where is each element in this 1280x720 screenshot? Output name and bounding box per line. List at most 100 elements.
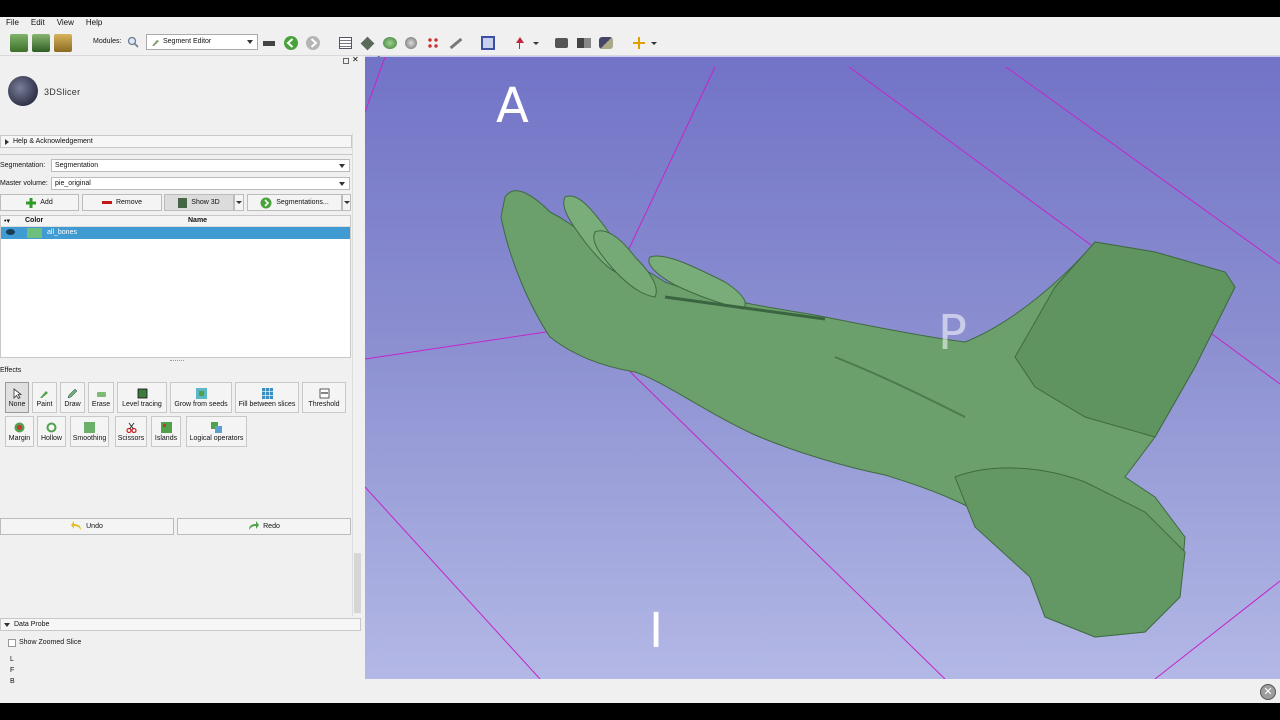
scrollbar-thumb[interactable] bbox=[354, 553, 361, 613]
effect-paint-button[interactable]: Paint bbox=[32, 382, 57, 413]
data-probe-label: Data Probe bbox=[14, 621, 50, 628]
data-probe-section[interactable]: Data Probe bbox=[0, 618, 361, 631]
save-icon bbox=[54, 34, 72, 52]
segmentations-menu-button[interactable] bbox=[342, 194, 351, 211]
effect-margin-button[interactable]: Margin bbox=[5, 416, 34, 447]
show-zoomed-slice-label: Show Zoomed Slice bbox=[19, 639, 82, 646]
effect-smoothing-button[interactable]: Smoothing bbox=[70, 416, 109, 447]
chevron-down-icon bbox=[247, 40, 253, 44]
data-icon bbox=[10, 34, 28, 52]
effect-hollow-button[interactable]: Hollow bbox=[37, 416, 66, 447]
chevron-right-icon bbox=[5, 139, 9, 145]
menu-file[interactable]: File bbox=[0, 17, 25, 29]
remove-segment-button[interactable]: Remove bbox=[82, 194, 162, 211]
undo-button[interactable]: Undo bbox=[0, 518, 174, 535]
remove-label: Remove bbox=[115, 199, 143, 206]
volume-render-button[interactable] bbox=[405, 33, 417, 53]
visibility-column-icon: •▾ bbox=[4, 218, 10, 225]
search-icon bbox=[127, 36, 139, 48]
mouse-mode-menu[interactable] bbox=[532, 33, 540, 53]
module-panel: ✕ 3DSlicer Help & Acknowledgement Segmen… bbox=[0, 56, 361, 703]
panel-scrollbar[interactable] bbox=[352, 133, 361, 616]
panel-undock-icon[interactable] bbox=[343, 58, 349, 64]
add-label: Add bbox=[40, 199, 53, 206]
menu-view[interactable]: View bbox=[51, 17, 80, 29]
extension-manager-button[interactable] bbox=[577, 33, 591, 53]
splitter-handle[interactable] bbox=[170, 360, 184, 362]
master-volume-selector[interactable]: pie_original bbox=[51, 177, 350, 190]
volume-icon bbox=[405, 37, 417, 49]
markups-button[interactable] bbox=[427, 33, 439, 53]
effect-scissors-button[interactable]: Scissors bbox=[115, 416, 147, 447]
effect-erase-label: Erase bbox=[91, 400, 111, 408]
bottom-black-border bbox=[0, 703, 1280, 720]
cube-view-button[interactable] bbox=[360, 33, 375, 53]
model-view-button[interactable] bbox=[383, 33, 397, 53]
layout-button[interactable] bbox=[339, 33, 352, 53]
effect-logical-operators-button[interactable]: Logical operators bbox=[186, 416, 247, 447]
crosshair-button[interactable] bbox=[632, 33, 646, 53]
3d-view[interactable]: A I P bbox=[365, 57, 1280, 679]
mouse-mode-button[interactable] bbox=[515, 33, 525, 53]
crosshair-menu[interactable] bbox=[650, 33, 658, 53]
segmentations-button[interactable]: Segmentations... bbox=[247, 194, 342, 211]
sphere-icon bbox=[383, 37, 397, 49]
eye-icon[interactable] bbox=[6, 229, 15, 235]
back-icon bbox=[284, 36, 298, 50]
effect-grow-from-seeds-button[interactable]: Grow from seeds bbox=[170, 382, 232, 413]
close-icon[interactable]: ✕ bbox=[1260, 684, 1276, 700]
effect-scissors-label: Scissors bbox=[117, 434, 145, 442]
help-acknowledgement-section[interactable]: Help & Acknowledgement bbox=[0, 135, 352, 148]
table-row[interactable]: all_bones bbox=[1, 227, 350, 239]
redo-button[interactable]: Redo bbox=[177, 518, 351, 535]
logical-operators-icon bbox=[211, 421, 222, 433]
segmentation-selector[interactable]: Segmentation bbox=[51, 159, 350, 172]
menu-edit[interactable]: Edit bbox=[25, 17, 51, 29]
effect-draw-label: Draw bbox=[64, 400, 81, 408]
effect-fill-between-slices-button[interactable]: Fill between slices bbox=[235, 382, 299, 413]
place-fiducial-icon bbox=[516, 37, 524, 49]
probe-coord-l: L bbox=[10, 656, 14, 663]
islands-icon bbox=[160, 421, 172, 433]
effect-threshold-button[interactable]: Threshold bbox=[302, 382, 346, 413]
next-module-button[interactable] bbox=[305, 33, 321, 53]
crosshair-frame-button[interactable] bbox=[481, 33, 495, 53]
segment-name[interactable]: all_bones bbox=[47, 229, 77, 236]
show-zoomed-slice-checkbox[interactable] bbox=[8, 639, 16, 647]
python-console-button[interactable] bbox=[599, 33, 613, 53]
add-segment-button[interactable]: Add bbox=[0, 194, 79, 211]
effect-threshold-label: Threshold bbox=[308, 400, 340, 408]
module-history-button[interactable] bbox=[263, 33, 275, 53]
orientation-label-top: A bbox=[496, 78, 529, 134]
close-icon[interactable]: ✕ bbox=[352, 56, 359, 64]
column-header-color: Color bbox=[25, 217, 44, 224]
effect-level-tracing-button[interactable]: Level tracing bbox=[117, 382, 167, 413]
effect-islands-button[interactable]: Islands bbox=[151, 416, 181, 447]
effect-none-button[interactable]: None bbox=[5, 382, 29, 413]
screenshot-button[interactable] bbox=[555, 33, 568, 53]
effect-erase-button[interactable]: Erase bbox=[88, 382, 114, 413]
dcm-icon bbox=[32, 34, 50, 52]
camera-icon bbox=[555, 38, 568, 48]
load-dicom-button[interactable] bbox=[32, 33, 50, 53]
top-black-border bbox=[0, 0, 1280, 17]
effect-islands-label: Islands bbox=[154, 434, 178, 442]
show3d-button[interactable]: Show 3D bbox=[164, 194, 234, 211]
load-data-button[interactable] bbox=[10, 33, 28, 53]
scene bbox=[365, 57, 1280, 679]
previous-module-button[interactable] bbox=[283, 33, 299, 53]
module-selector[interactable]: Segment Editor bbox=[146, 34, 258, 50]
probe-coord-f: F bbox=[10, 667, 15, 674]
module-search-button[interactable] bbox=[126, 35, 140, 49]
menu-help[interactable]: Help bbox=[80, 17, 108, 29]
margin-icon bbox=[14, 422, 25, 432]
segment-color-swatch[interactable] bbox=[27, 228, 42, 238]
column-header-name: Name bbox=[188, 217, 208, 224]
layout-icon bbox=[339, 37, 352, 49]
bone-model bbox=[500, 190, 1236, 638]
save-button[interactable] bbox=[54, 33, 72, 53]
ruler-button[interactable] bbox=[449, 33, 463, 53]
show3d-menu-button[interactable] bbox=[234, 194, 244, 211]
effect-draw-button[interactable]: Draw bbox=[60, 382, 85, 413]
python-icon bbox=[599, 37, 613, 49]
